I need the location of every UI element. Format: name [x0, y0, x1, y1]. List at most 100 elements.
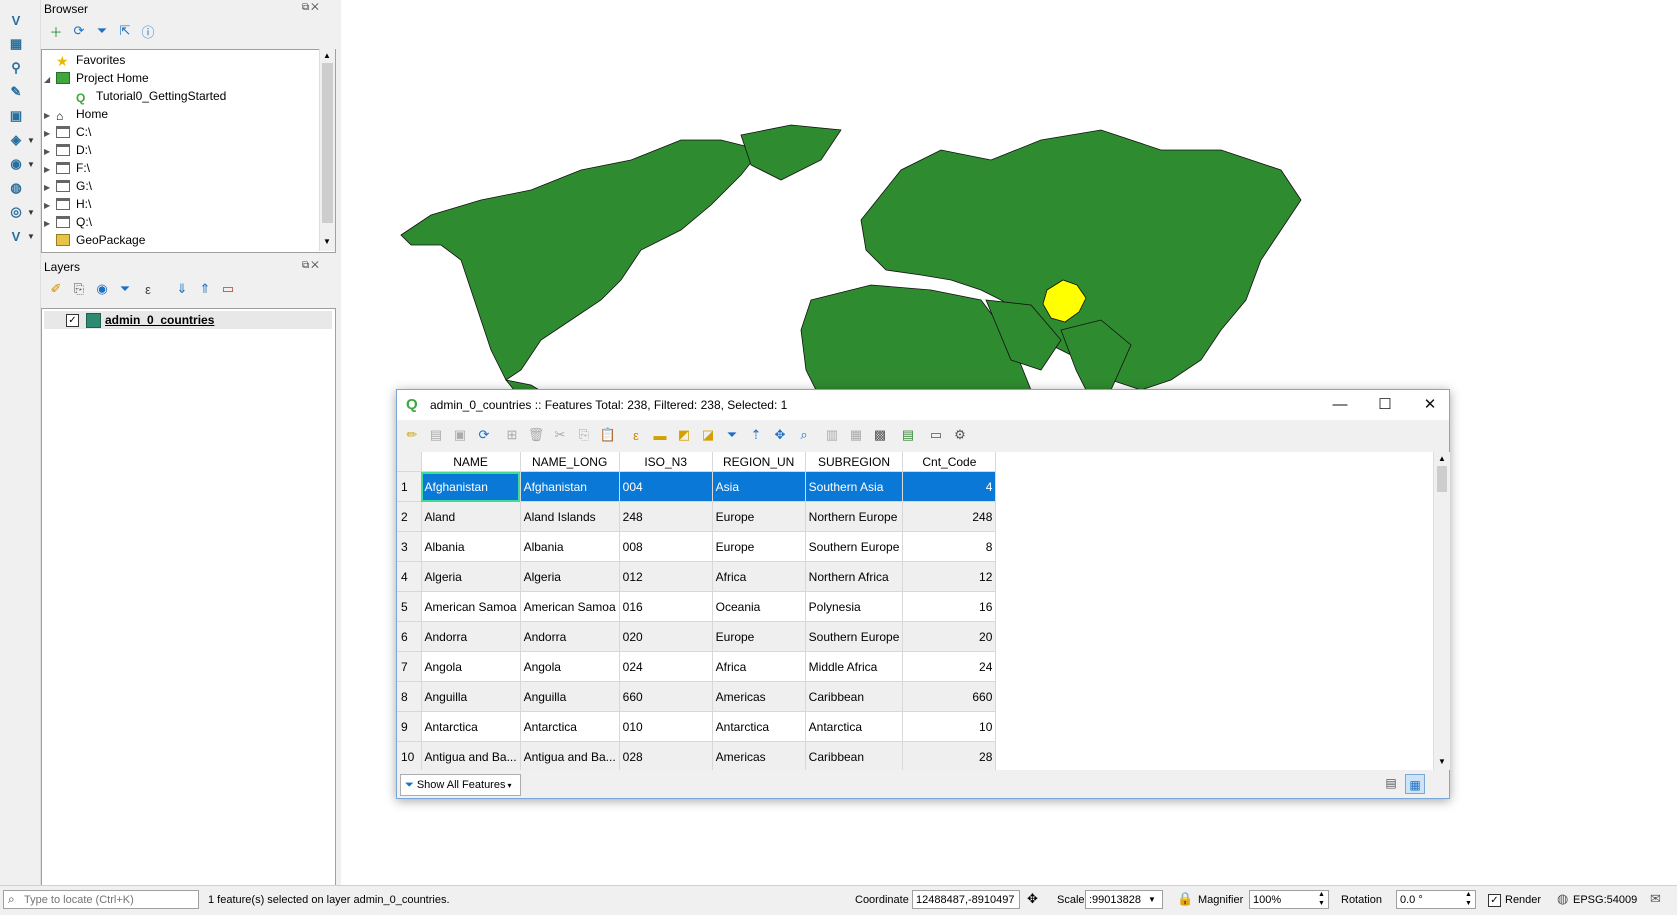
layers-tree[interactable]: ✓ admin_0_countries [41, 308, 336, 887]
tree-item-drive[interactable]: ▶ F:\ [44, 159, 90, 177]
cell-region-un[interactable]: Americas [712, 681, 806, 712]
column-header[interactable]: REGION_UN [712, 452, 806, 472]
field-calculator-icon[interactable]: ▩ [871, 426, 889, 444]
locator-input[interactable] [24, 892, 194, 907]
tree-item-drive[interactable]: ▶ Q:\ [44, 213, 92, 231]
delete-feature-icon[interactable]: 🗑 [527, 426, 545, 444]
style-manager-icon[interactable]: ✐ [47, 280, 65, 298]
show-all-features-button[interactable]: ⏷ Show All Features ▾ [400, 774, 521, 796]
row-number[interactable]: 4 [397, 561, 422, 592]
select-all-icon[interactable]: ▬ [651, 426, 669, 444]
cut-icon[interactable]: ✂ [551, 426, 569, 444]
actions-icon[interactable]: ⚙ [951, 426, 969, 444]
multi-edit-icon[interactable]: ▤ [427, 426, 445, 444]
cell-cnt-code[interactable]: 10 [902, 711, 997, 742]
add-raster-layer-icon[interactable]: ▦ [5, 34, 27, 54]
table-row[interactable]: 5 American Samoa American Samoa 016 Ocea… [397, 591, 997, 622]
cell-name-long[interactable]: Anguilla [520, 681, 620, 712]
cell-name-long[interactable]: Andorra [520, 621, 620, 652]
tree-item-drive[interactable]: ▶ H:\ [44, 195, 91, 213]
add-wfs-icon[interactable]: ◎ [5, 202, 27, 222]
table-view-icon[interactable]: ▦ [1405, 774, 1425, 794]
cell-iso-n3[interactable]: 660 [619, 681, 713, 712]
cell-region-un[interactable]: Asia [712, 471, 806, 502]
conditional-formatting-icon[interactable]: ▤ [899, 426, 917, 444]
row-number[interactable]: 10 [397, 741, 422, 770]
cell-subregion[interactable]: Northern Europe [805, 501, 904, 532]
row-number[interactable]: 9 [397, 711, 422, 742]
cell-iso-n3[interactable]: 016 [619, 591, 713, 622]
select-by-expression-icon[interactable]: ε [627, 426, 645, 444]
chevron-down-icon[interactable]: ▼ [27, 232, 35, 241]
cell-cnt-code[interactable]: 16 [902, 591, 997, 622]
chevron-down-icon[interactable]: ◢ [44, 71, 56, 89]
scroll-down-icon[interactable]: ▼ [1438, 757, 1446, 766]
dock-table-icon[interactable]: ▭ [927, 426, 945, 444]
move-selection-to-top-icon[interactable]: ⇡ [747, 426, 765, 444]
scroll-up-icon[interactable]: ▲ [323, 51, 331, 60]
table-row[interactable]: 3 Albania Albania 008 Europe Southern Eu… [397, 531, 997, 562]
cell-cnt-code[interactable]: 12 [902, 561, 997, 592]
tree-item-geopackage[interactable]: GeoPackage [44, 231, 145, 249]
table-row[interactable]: 4 Algeria Algeria 012 Africa Northern Af… [397, 561, 997, 592]
row-number[interactable]: 2 [397, 501, 422, 532]
crs-label[interactable]: EPSG:54009 [1573, 894, 1637, 906]
cell-region-un[interactable]: Europe [712, 621, 806, 652]
cell-region-un[interactable]: Antarctica [712, 711, 806, 742]
render-checkbox[interactable]: ✓ [1488, 894, 1501, 907]
cell-cnt-code[interactable]: 8 [902, 531, 997, 562]
close-button[interactable]: ✕ [1415, 394, 1445, 416]
cell-name-long[interactable]: Antarctica [520, 711, 620, 742]
cell-name-long[interactable]: Afghanistan [520, 471, 620, 502]
cell-subregion[interactable]: Southern Europe [805, 531, 904, 562]
maximize-button[interactable]: ☐ [1370, 394, 1400, 416]
cell-name[interactable]: Andorra [421, 621, 521, 652]
cell-name-long[interactable]: Antigua and Ba... [520, 741, 620, 770]
row-number[interactable]: 6 [397, 621, 422, 652]
cell-name[interactable]: Angola [421, 651, 521, 682]
row-number[interactable]: 5 [397, 591, 422, 622]
cell-subregion[interactable]: Southern Asia [805, 471, 904, 502]
expression-filter-icon[interactable]: ε [139, 280, 157, 298]
table-row[interactable]: 10 Antigua and Ba... Antigua and Ba... 0… [397, 741, 997, 770]
cell-cnt-code[interactable]: 4 [902, 471, 997, 502]
tree-item-favorites[interactable]: ★ Favorites [44, 51, 125, 69]
cell-region-un[interactable]: Oceania [712, 591, 806, 622]
filter-select-icon[interactable]: ⏷ [723, 426, 741, 444]
spinner-icon[interactable]: ▲ ▼ [1318, 890, 1325, 908]
row-number[interactable]: 1 [397, 471, 422, 502]
add-spatialite-icon[interactable]: ◈ [5, 130, 27, 150]
tree-item-home[interactable]: ▶ ⌂ Home [44, 105, 108, 123]
collapse-all-icon[interactable]: ⇑ [196, 280, 214, 298]
messages-icon[interactable]: ✉ [1650, 891, 1661, 907]
deselect-all-icon[interactable]: ◪ [699, 426, 717, 444]
corner-cell[interactable] [397, 452, 422, 472]
browser-tree[interactable]: ★ Favorites ◢ Project Home Q Tutorial0_Gett… [41, 49, 336, 253]
cell-name[interactable]: Algeria [421, 561, 521, 592]
save-edits-icon[interactable]: ▣ [451, 426, 469, 444]
attribute-grid[interactable]: NAME NAME_LONG ISO_N3 REGION_UN SUBREGIO… [397, 452, 1433, 770]
cell-name-long[interactable]: Algeria [520, 561, 620, 592]
cell-iso-n3[interactable]: 024 [619, 651, 713, 682]
filter-icon[interactable]: ⏷ [93, 22, 111, 40]
lock-icon[interactable]: 🔒 [1177, 891, 1193, 907]
new-field-icon[interactable]: ▥ [823, 426, 841, 444]
chevron-down-icon[interactable]: ▼ [27, 208, 35, 217]
cell-name[interactable]: Afghanistan [421, 471, 521, 502]
scroll-thumb[interactable] [322, 63, 333, 223]
cell-subregion[interactable]: Southern Europe [805, 621, 904, 652]
minimize-button[interactable]: — [1325, 394, 1355, 416]
tree-item-project-home[interactable]: ◢ Project Home [44, 69, 149, 87]
column-header[interactable]: Cnt_Code [902, 452, 997, 472]
add-feature-icon[interactable]: ⊞ [503, 426, 521, 444]
new-shapefile-icon[interactable]: V [5, 226, 27, 246]
cell-region-un[interactable]: Americas [712, 741, 806, 770]
refresh-icon[interactable]: ⟳ [70, 22, 88, 40]
row-number[interactable]: 7 [397, 651, 422, 682]
coordinate-field[interactable]: 12488487,-8910497 [912, 890, 1020, 909]
attribute-table-scrollbar[interactable]: ▲ ▼ [1433, 452, 1450, 770]
table-row[interactable]: 7 Angola Angola 024 Africa Middle Africa… [397, 651, 997, 682]
scroll-thumb[interactable] [1437, 466, 1447, 492]
cell-iso-n3[interactable]: 008 [619, 531, 713, 562]
cell-cnt-code[interactable]: 660 [902, 681, 997, 712]
